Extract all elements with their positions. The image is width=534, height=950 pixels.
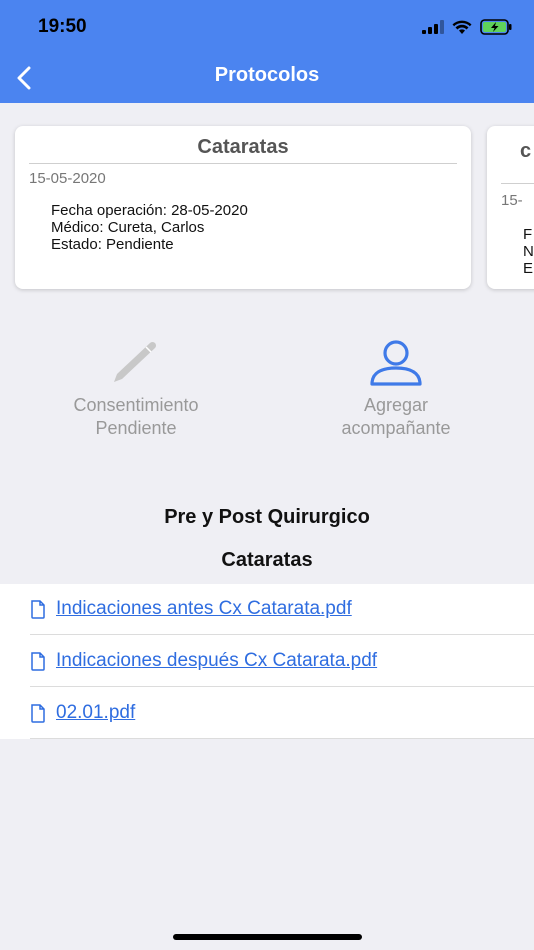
file-name[interactable]: 02.01.pdf (56, 702, 135, 724)
file-link-0201[interactable]: 02.01.pdf (30, 688, 534, 739)
card-title: Cataratas (29, 136, 457, 164)
status-time: 19:50 (38, 16, 87, 37)
companion-label-1: Agregar (363, 395, 429, 415)
home-indicator[interactable] (173, 934, 362, 940)
operation-date: Fecha operación: 28-05-2020 (51, 202, 248, 219)
card-date: 15- (501, 192, 523, 209)
status-text: Estado: Pendiente (51, 236, 174, 253)
section-subtitle: Cataratas (221, 549, 313, 571)
file-link-indicaciones-despues[interactable]: Indicaciones después Cx Catarata.pdf (30, 636, 534, 687)
file-icon (30, 651, 50, 671)
file-list: Indicaciones antes Cx Catarata.pdf Indic… (0, 584, 534, 739)
consent-label-1: Consentimiento (73, 395, 199, 415)
protocol-card[interactable]: Cataratas 15-05-2020 Fecha operación: 28… (15, 126, 471, 289)
status-icons (422, 16, 512, 38)
operation-date: F (523, 226, 533, 243)
file-icon (30, 703, 50, 723)
doctor-name: N (523, 243, 534, 260)
user-icon (370, 340, 422, 386)
status-text: E (523, 260, 534, 277)
file-icon (30, 599, 50, 619)
protocol-card-next[interactable]: c 15- F N E (487, 126, 534, 289)
battery-icon (480, 19, 512, 35)
card-date: 15-05-2020 (29, 170, 106, 187)
signal-icon (422, 20, 444, 34)
consent-button[interactable]: Consentimiento Pendiente (46, 338, 226, 440)
pencil-icon (114, 341, 157, 382)
nav-header: 19:50 Protocolos (0, 0, 534, 103)
card-details: Fecha operación: 28-05-2020 Médico: Cure… (51, 202, 248, 253)
doctor-name: Médico: Cureta, Carlos (51, 219, 205, 236)
page-title: Protocolos (214, 64, 320, 86)
wifi-icon (452, 20, 472, 34)
consent-label-2: Pendiente (95, 418, 177, 438)
companion-label-2: acompañante (341, 418, 451, 438)
card-divider (501, 183, 534, 184)
file-name[interactable]: Indicaciones después Cx Catarata.pdf (56, 650, 377, 672)
file-name[interactable]: Indicaciones antes Cx Catarata.pdf (56, 598, 352, 620)
add-companion-button[interactable]: Agregar acompañante (306, 338, 486, 440)
card-title: c (520, 140, 532, 162)
section-title: Pre y Post Quirurgico (164, 506, 370, 528)
file-link-indicaciones-antes[interactable]: Indicaciones antes Cx Catarata.pdf (30, 584, 534, 635)
